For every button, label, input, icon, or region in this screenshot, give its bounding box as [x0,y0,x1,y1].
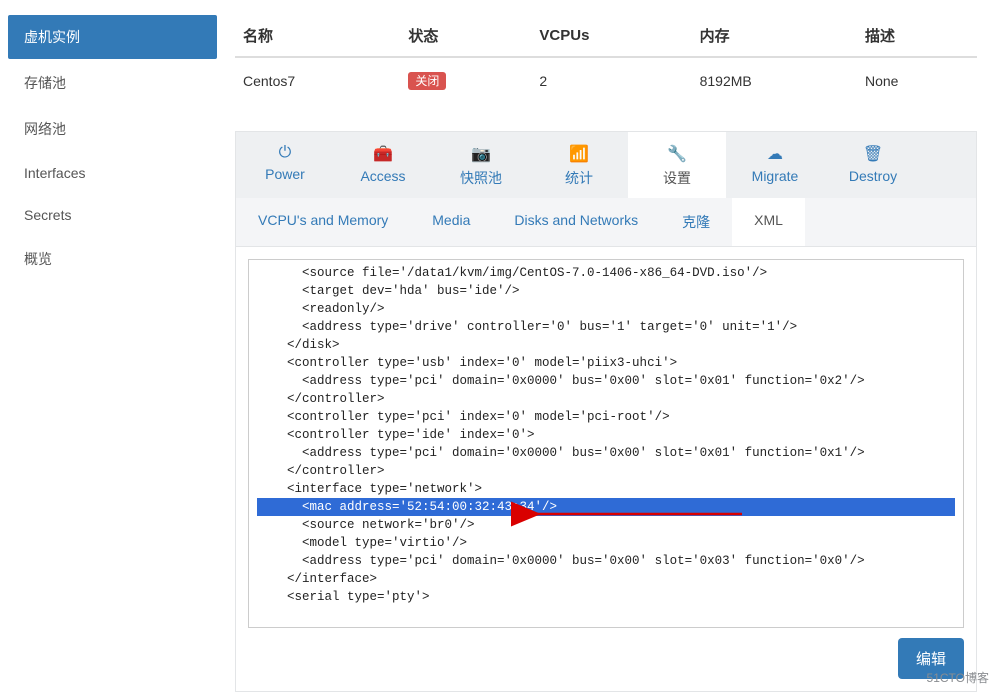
xml-line: <interface type='network'> [257,480,955,498]
xml-line: </interface> [257,570,955,588]
watermark: 51CTO博客 [927,669,989,686]
sidebar-item-storage-pool[interactable]: 存储池 [8,61,217,105]
status-badge: 关闭 [408,72,446,90]
sidebar-item-overview[interactable]: 概览 [8,237,217,281]
th-memory: 内存 [692,15,857,57]
tab-destroy[interactable]: 🗑 Destroy [824,132,922,198]
cell-state: 关闭 [400,57,531,103]
tab-settings[interactable]: 🔧 设置 [628,132,726,198]
subtab-vcpu-memory[interactable]: VCPU's and Memory [236,198,410,246]
briefcase-icon: 🧰 [338,144,428,164]
tab-label: Migrate [752,168,799,184]
tab-power[interactable]: ⏻ Power [236,132,334,198]
xml-line: <address type='pci' domain='0x0000' bus=… [257,444,955,462]
sidebar: 虚机实例 存储池 网络池 Interfaces Secrets 概览 [0,0,225,692]
tab-label: 快照池 [460,170,502,186]
chart-icon: 📶 [534,144,624,164]
power-icon: ⏻ [240,144,330,162]
table-row[interactable]: Centos7 关闭 2 8192MB None [235,57,977,103]
xml-line: <controller type='ide' index='0'> [257,426,955,444]
xml-line: <source network='br0'/> [257,516,955,534]
xml-line: <target dev='hda' bus='ide'/> [257,282,955,300]
xml-line: <controller type='pci' index='0' model='… [257,408,955,426]
tab-label: 设置 [663,170,691,186]
th-state: 状态 [400,15,531,57]
xml-line: <address type='pci' domain='0x0000' bus=… [257,552,955,570]
xml-panel: <source file='/data1/kvm/img/CentOS-7.0-… [235,247,977,692]
tab-access[interactable]: 🧰 Access [334,132,432,198]
vm-table: 名称 状态 VCPUs 内存 描述 Centos7 关闭 2 8192MB No… [235,15,977,103]
subtab-clone[interactable]: 克隆 [660,198,732,246]
tab-label: Power [265,166,305,182]
sidebar-item-secrets[interactable]: Secrets [8,195,217,235]
xml-line: </controller> [257,462,955,480]
cell-memory: 8192MB [692,57,857,103]
xml-line: </disk> [257,336,955,354]
xml-line: <source file='/data1/kvm/img/CentOS-7.0-… [257,264,955,282]
tab-label: 统计 [565,170,593,186]
sub-tabs: VCPU's and Memory Media Disks and Networ… [235,198,977,247]
xml-line: <address type='pci' domain='0x0000' bus=… [257,372,955,390]
th-vcpus: VCPUs [531,15,691,57]
action-tabs: ⏻ Power 🧰 Access 📷 快照池 📶 统计 🔧 设置 ☁ Migrate 🗑 De… [235,131,977,198]
subtab-xml[interactable]: XML [732,198,805,246]
cell-vcpus: 2 [531,57,691,103]
xml-line: <address type='drive' controller='0' bus… [257,318,955,336]
sidebar-item-network-pool[interactable]: 网络池 [8,107,217,151]
xml-line: </controller> [257,390,955,408]
xml-line: <model type='virtio'/> [257,534,955,552]
tab-stats[interactable]: 📶 统计 [530,132,628,198]
th-desc: 描述 [857,15,977,57]
camera-icon: 📷 [436,144,526,164]
trash-icon: 🗑 [828,144,918,164]
th-name: 名称 [235,15,400,57]
tab-label: Destroy [849,168,897,184]
tab-migrate[interactable]: ☁ Migrate [726,132,824,198]
xml-line: <readonly/> [257,300,955,318]
wrench-icon: 🔧 [632,144,722,164]
cell-desc: None [857,57,977,103]
subtab-disks-networks[interactable]: Disks and Networks [492,198,660,246]
xml-line: <mac address='52:54:00:32:43:34'/> [257,498,955,516]
main-area: 名称 状态 VCPUs 内存 描述 Centos7 关闭 2 8192MB No… [225,0,995,692]
subtab-media[interactable]: Media [410,198,492,246]
tab-label: Access [360,168,405,184]
xml-line: <controller type='usb' index='0' model='… [257,354,955,372]
xml-line: <serial type='pty'> [257,588,955,606]
xml-editor[interactable]: <source file='/data1/kvm/img/CentOS-7.0-… [248,259,964,628]
cell-name: Centos7 [235,57,400,103]
cloud-icon: ☁ [730,144,820,164]
sidebar-item-vm-instance[interactable]: 虚机实例 [8,15,217,59]
sidebar-item-interfaces[interactable]: Interfaces [8,153,217,193]
tab-snapshot[interactable]: 📷 快照池 [432,132,530,198]
